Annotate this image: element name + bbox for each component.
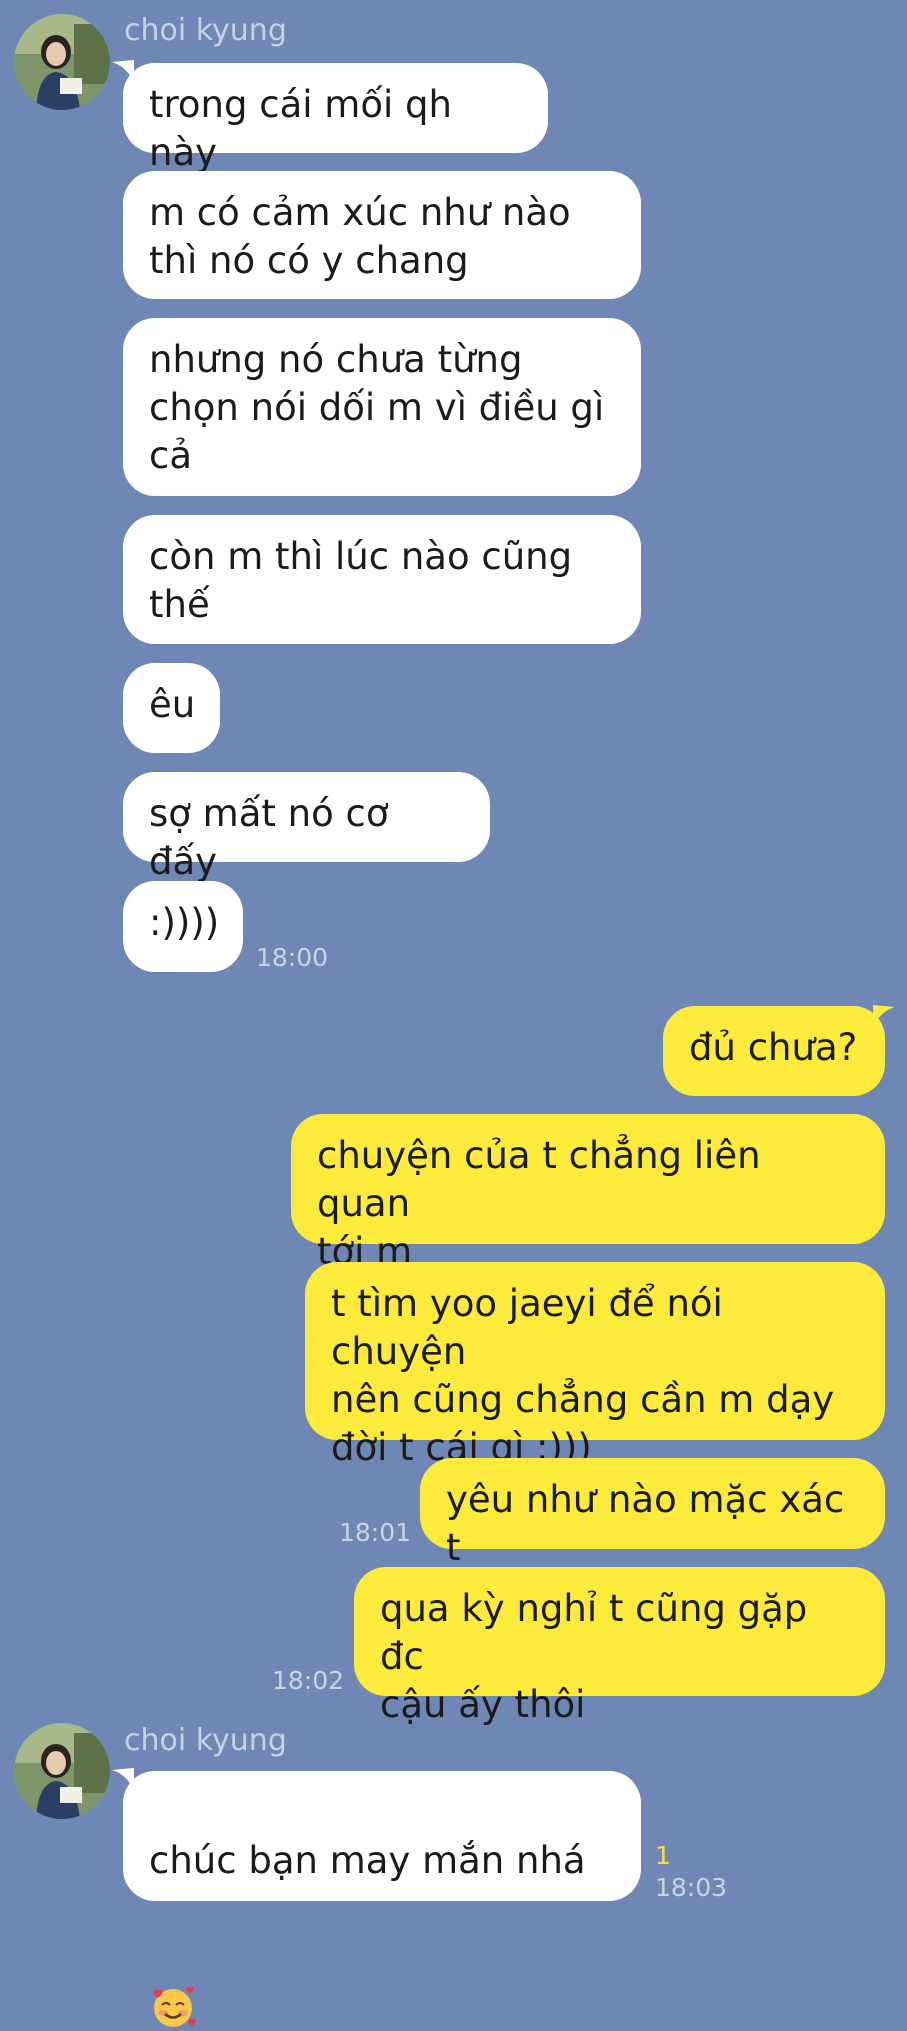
outgoing-message[interactable]: qua kỳ nghỉ t cũng gặp đc cậu ấy thôi — [354, 1567, 885, 1726]
timestamp: 18:01 — [339, 1518, 412, 1547]
incoming-message[interactable]: :)))) — [123, 881, 243, 972]
sender-name: choi kyung — [124, 1723, 287, 1758]
avatar-image — [14, 14, 110, 110]
timestamp: 18:02 — [272, 1666, 345, 1695]
incoming-message[interactable]: nhưng nó chưa từng chọn nói dối m vì điề… — [123, 318, 641, 496]
incoming-message[interactable]: trong cái mối qh này — [123, 63, 548, 174]
avatar[interactable] — [14, 14, 110, 110]
outgoing-message[interactable]: chuyện của t chẳng liên quan tới m — [291, 1114, 885, 1273]
avatar[interactable] — [14, 1723, 110, 1819]
message-text: chúc bạn may mắn nhá — [149, 1839, 586, 1882]
outgoing-message[interactable]: đủ chưa? — [663, 1006, 885, 1096]
outgoing-message[interactable]: yêu như nào mặc xác t — [420, 1458, 885, 1569]
incoming-message[interactable]: chúc bạn may mắn nhá — [123, 1771, 641, 2027]
read-count: 1 — [655, 1841, 671, 1870]
avatar-image — [14, 1723, 110, 1819]
incoming-message[interactable]: êu — [123, 663, 220, 753]
incoming-message[interactable]: còn m thì lúc nào cũng thế — [123, 515, 641, 644]
timestamp: 18:03 — [655, 1873, 728, 1902]
chat-thread[interactable]: choi kyung trong cái mối qh này m có cảm… — [0, 0, 907, 2027]
incoming-message[interactable]: sợ mất nó cơ đấy — [123, 772, 490, 883]
sender-name: choi kyung — [124, 13, 287, 48]
timestamp: 18:00 — [256, 943, 329, 972]
outgoing-message[interactable]: t tìm yoo jaeyi để nói chuyện nên cũng c… — [305, 1262, 885, 1469]
smiling-face-with-hearts-icon — [153, 1986, 197, 2027]
incoming-message[interactable]: m có cảm xúc như nào thì nó có y chang — [123, 171, 641, 299]
